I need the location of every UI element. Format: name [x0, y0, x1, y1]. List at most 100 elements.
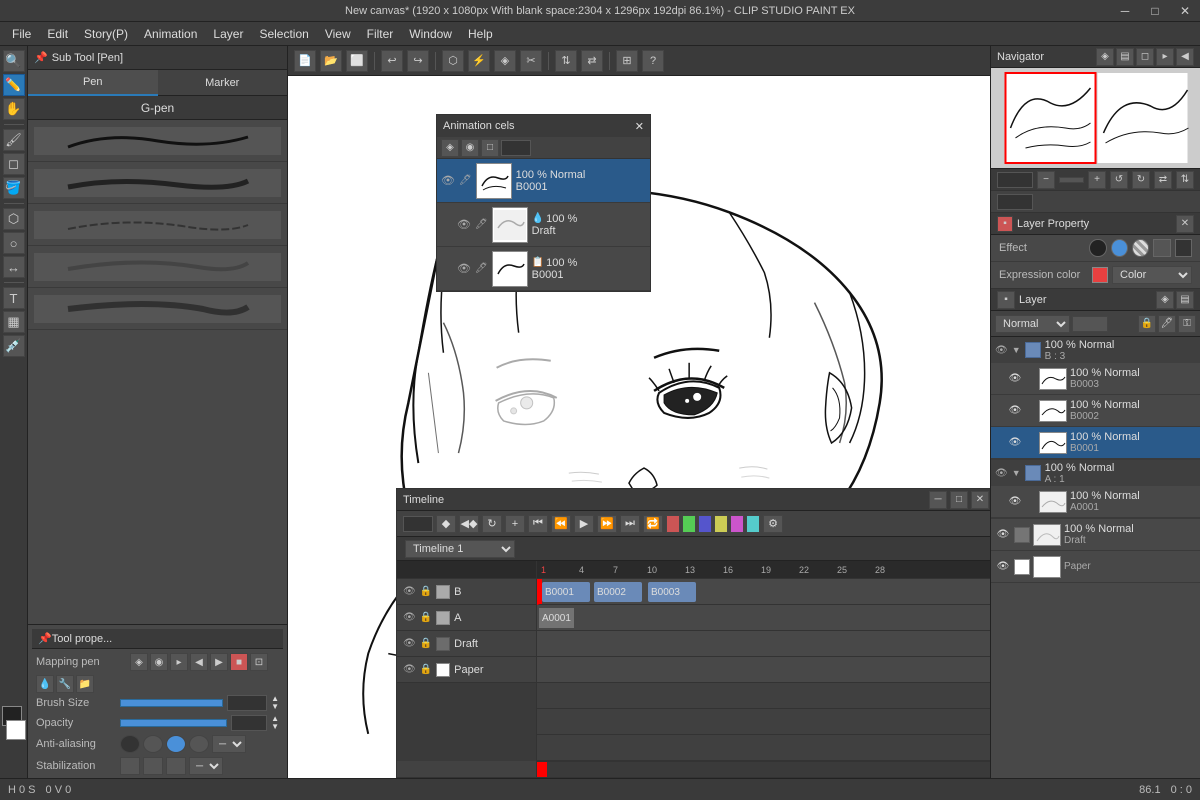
layer-btn-1[interactable]: ◈ — [1156, 291, 1174, 309]
group-b-vis[interactable]: 👁 — [995, 345, 1008, 356]
effect-rect-2[interactable] — [1175, 239, 1192, 257]
maximize-button[interactable]: □ — [1140, 0, 1170, 22]
menu-window[interactable]: Window — [401, 25, 460, 43]
tl-btn-end[interactable]: ⏭ — [620, 515, 640, 533]
nav-flip-h[interactable]: ⇄ — [1154, 171, 1172, 189]
cel-eye-1[interactable]: 👁 — [441, 174, 455, 187]
cel-lock-2[interactable]: 🖊 — [475, 219, 488, 230]
lock-draw-btn[interactable]: 🖊 — [1158, 315, 1176, 333]
brush-item[interactable] — [28, 246, 287, 288]
sub-ctrl-3[interactable]: 📁 — [76, 675, 94, 693]
menu-story[interactable]: Story(P) — [76, 25, 136, 43]
draft-vis[interactable]: 👁 — [995, 527, 1011, 543]
timeline-name-select[interactable]: Timeline 1 — [405, 540, 515, 558]
layer-opacity-input[interactable]: 100 — [1072, 316, 1108, 332]
tl-header-btn-1[interactable]: ─ — [929, 491, 947, 509]
a0001-vis[interactable]: 👁 — [1007, 494, 1023, 510]
mapping-btn-5[interactable]: ▶ — [210, 653, 228, 671]
stab-1[interactable] — [120, 757, 140, 775]
brush-item[interactable] — [28, 162, 287, 204]
tl-col-3[interactable] — [698, 515, 712, 533]
tl-track-b[interactable]: 👁 🔒 B — [397, 579, 536, 605]
cel-eye-2[interactable]: 👁 — [457, 218, 471, 231]
minimize-button[interactable]: ─ — [1110, 0, 1140, 22]
layer-blend-select[interactable]: Normal Multiply Screen — [995, 315, 1070, 333]
layer-group-b-header[interactable]: 👁 ▼ 100 % Normal B : 3 — [991, 337, 1200, 363]
layer-b0001[interactable]: 👁 100 % Normal B0001 — [991, 427, 1200, 459]
layer-btn-2[interactable]: ▤ — [1176, 291, 1194, 309]
cels-frame-input[interactable]: 27 — [501, 140, 531, 156]
nav-btn-5[interactable]: ◀ — [1176, 48, 1194, 66]
tl-btn-loop2[interactable]: 🔁 — [643, 515, 663, 533]
new-layer-btn[interactable]: 📄 — [294, 50, 316, 72]
group-b-fold[interactable]: ▼ — [1012, 345, 1021, 355]
cel-lock-1[interactable]: 🖊 — [459, 175, 472, 186]
lock-transparent-btn[interactable]: 🔒 — [1138, 315, 1156, 333]
mapping-btn-1[interactable]: ◈ — [130, 653, 148, 671]
tl-eye-draft[interactable]: 👁 — [403, 638, 416, 649]
tool-transform[interactable]: ↔ — [3, 256, 25, 278]
menu-view[interactable]: View — [317, 25, 359, 43]
tool-select[interactable]: ⬡ — [3, 208, 25, 230]
layer-b0003[interactable]: 👁 100 % Normal B0003 — [991, 363, 1200, 395]
cel-eye-3[interactable]: 👁 — [457, 262, 471, 275]
tool-hand[interactable]: ✋ — [3, 98, 25, 120]
tl-lock-paper[interactable]: 🔒 — [420, 664, 432, 675]
cel-item-active[interactable]: 👁 🖊 100 % Normal B0001 — [437, 159, 650, 203]
brush-item[interactable] — [28, 204, 287, 246]
anim-cels-close[interactable]: ✕ — [635, 120, 644, 133]
nav-zoom-slider[interactable] — [1059, 177, 1084, 183]
redo-btn[interactable]: ↪ — [407, 50, 429, 72]
layer-prop-close[interactable]: ✕ — [1176, 215, 1194, 233]
tool-fill[interactable]: 🪣 — [3, 177, 25, 199]
opacity-slider[interactable] — [120, 719, 227, 727]
tab-pen[interactable]: Pen — [28, 70, 158, 96]
select3-btn[interactable]: ◈ — [494, 50, 516, 72]
select-btn[interactable]: ⬡ — [442, 50, 464, 72]
tl-btn-prev-key[interactable]: ◀◆ — [459, 515, 479, 533]
nav-zoom-in[interactable]: + — [1088, 171, 1106, 189]
select2-btn[interactable]: ⚡ — [468, 50, 490, 72]
cel-item-draft[interactable]: 👁 🖊 💧 100 % Draft — [437, 203, 650, 247]
flip-h-btn[interactable]: ⇄ — [581, 50, 603, 72]
nav-flip-v[interactable]: ⇅ — [1176, 171, 1194, 189]
aa-medium[interactable] — [166, 735, 186, 753]
open-btn[interactable]: 📂 — [320, 50, 342, 72]
effect-circle-checker[interactable] — [1132, 239, 1149, 257]
sub-ctrl-1[interactable]: 💧 — [36, 675, 54, 693]
brush-size-down[interactable]: ▼ — [271, 703, 279, 711]
tool-eyedrop[interactable]: 💉 — [3, 335, 25, 357]
paper-vis[interactable]: 👁 — [995, 559, 1011, 575]
rect-btn[interactable]: ⬜ — [346, 50, 368, 72]
tool-eraser[interactable]: ◻ — [3, 153, 25, 175]
menu-selection[interactable]: Selection — [251, 25, 316, 43]
menu-layer[interactable]: Layer — [205, 25, 251, 43]
menu-edit[interactable]: Edit — [39, 25, 76, 43]
brush-size-slider[interactable] — [120, 699, 223, 707]
tl-track-a[interactable]: 👁 🔒 A — [397, 605, 536, 631]
aa-strong[interactable] — [189, 735, 209, 753]
nav-zoom-input[interactable]: 86.1 — [997, 172, 1033, 188]
tl-frame-end[interactable]: 120 — [403, 516, 433, 532]
nav-btn-4[interactable]: ▸ — [1156, 48, 1174, 66]
tl-track-draft[interactable]: 👁 🔒 Draft — [397, 631, 536, 657]
tl-btn-prev[interactable]: ⏮ — [528, 515, 548, 533]
tl-settings[interactable]: ⚙ — [763, 515, 783, 533]
tl-col-4[interactable] — [714, 515, 728, 533]
b0002-vis[interactable]: 👁 — [1007, 403, 1023, 419]
tl-cell-b0003[interactable]: B0003 — [648, 582, 696, 602]
brush-size-slider-container[interactable] — [120, 699, 223, 707]
help-btn[interactable]: ? — [642, 50, 664, 72]
nav-btn-2[interactable]: ▤ — [1116, 48, 1134, 66]
tl-btn-keyframe[interactable]: ◆ — [436, 515, 456, 533]
tl-cell-a0001[interactable]: A0001 — [539, 608, 574, 628]
effect-circle-bw[interactable] — [1089, 239, 1106, 257]
tl-eye-a[interactable]: 👁 — [403, 612, 416, 623]
flip-v-btn[interactable]: ⇅ — [555, 50, 577, 72]
nav-btn-3[interactable]: ◻ — [1136, 48, 1154, 66]
brush-item[interactable] — [28, 120, 287, 162]
tool-gradient[interactable]: ▦ — [3, 311, 25, 333]
mapping-btn-6[interactable]: ■ — [230, 653, 248, 671]
tab-marker[interactable]: Marker — [158, 70, 288, 96]
undo-btn[interactable]: ↩ — [381, 50, 403, 72]
